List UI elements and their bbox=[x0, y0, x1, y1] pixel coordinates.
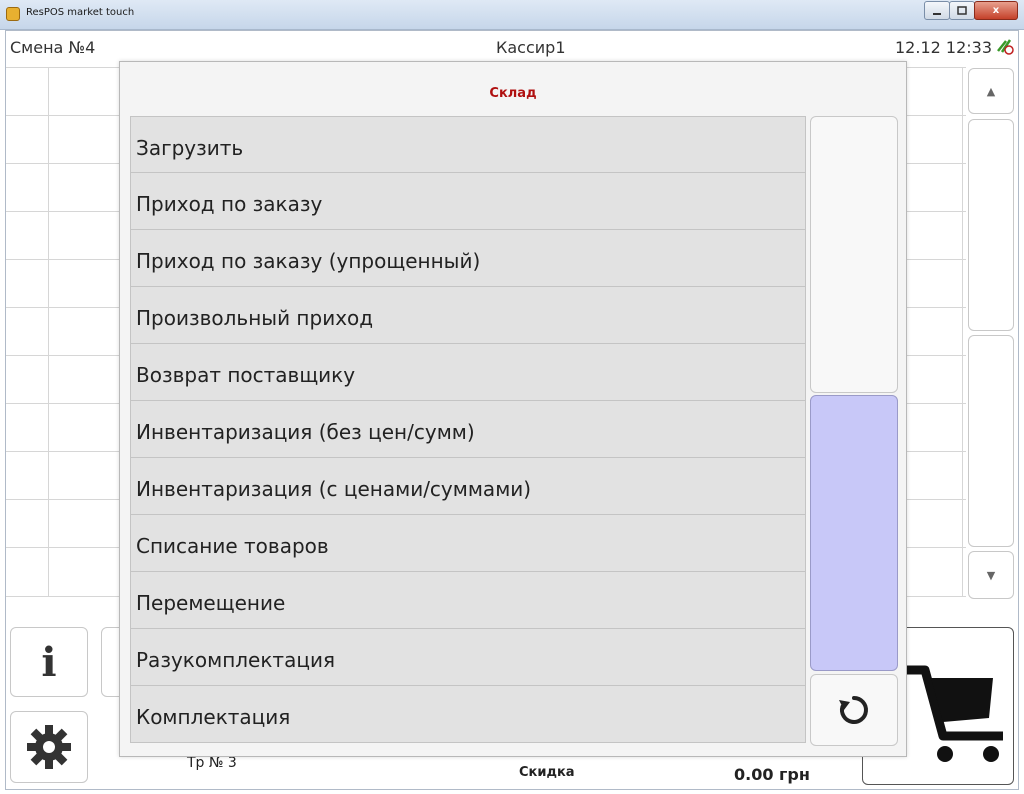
minimize-icon bbox=[933, 12, 941, 15]
menu-item-inventory-no-prices[interactable]: Инвентаризация (без цен/сумм) bbox=[130, 401, 806, 458]
menu-item-disassembly[interactable]: Разукомплектация bbox=[130, 629, 806, 686]
grid-scroll-up-button[interactable]: ▲ bbox=[968, 68, 1014, 114]
settings-button[interactable] bbox=[10, 711, 88, 783]
dialog-title: Склад bbox=[489, 86, 537, 101]
cashier-name: Кассир1 bbox=[496, 38, 566, 57]
menu-scroll-thumb[interactable] bbox=[810, 395, 898, 671]
status-header: Смена №4 Кассир1 12.12 12:33 bbox=[6, 31, 1018, 59]
app-icon bbox=[6, 7, 20, 21]
info-button[interactable]: i bbox=[10, 627, 88, 697]
discount-label: Скидка bbox=[519, 765, 575, 780]
menu-scroll-track[interactable] bbox=[810, 116, 898, 393]
menu-item-assembly[interactable]: Комплектация bbox=[130, 686, 806, 743]
arrow-down-icon: ▼ bbox=[986, 568, 996, 582]
menu-item-arbitrary-receipt[interactable]: Произвольный приход bbox=[130, 287, 806, 344]
gear-icon bbox=[27, 725, 71, 769]
info-icon: i bbox=[41, 638, 57, 686]
grid-scroll-down-button[interactable]: ▼ bbox=[968, 551, 1014, 599]
menu-item-write-off[interactable]: Списание товаров bbox=[130, 515, 806, 572]
grid-scroll-track-upper[interactable] bbox=[968, 119, 1014, 331]
date-time: 12.12 12:33 bbox=[895, 38, 992, 57]
shift-number: Смена №4 bbox=[10, 38, 96, 57]
warehouse-menu-dialog: Склад Загрузить Приход по заказу Приход … bbox=[119, 61, 907, 757]
window-title: ResPOS market touch bbox=[26, 7, 135, 18]
menu-item-receipt-by-order[interactable]: Приход по заказу bbox=[130, 173, 806, 230]
connection-status-icon bbox=[997, 39, 1014, 55]
warehouse-menu-list: Загрузить Приход по заказу Приход по зак… bbox=[130, 116, 806, 743]
main-window: Смена №4 Кассир1 12.12 12:33 ▲ ▼ i Тр № … bbox=[5, 30, 1019, 790]
window-titlebar: ResPOS market touch x bbox=[0, 0, 1024, 30]
menu-item-return-to-supplier[interactable]: Возврат поставщику bbox=[130, 344, 806, 401]
menu-item-inventory-with-prices[interactable]: Инвентаризация (с ценами/суммами) bbox=[130, 458, 806, 515]
close-button[interactable]: x bbox=[974, 1, 1018, 20]
refresh-button[interactable] bbox=[810, 674, 898, 746]
cart-icon bbox=[905, 665, 1003, 762]
receipt-number: Тр № 3 bbox=[187, 755, 237, 771]
menu-item-load[interactable]: Загрузить bbox=[130, 116, 806, 173]
menu-item-receipt-by-order-simplified[interactable]: Приход по заказу (упрощенный) bbox=[130, 230, 806, 287]
close-icon: x bbox=[992, 5, 1000, 16]
maximize-button[interactable] bbox=[949, 1, 975, 20]
arrow-up-icon: ▲ bbox=[986, 84, 996, 98]
window-controls: x bbox=[924, 1, 1018, 20]
refresh-icon bbox=[839, 696, 868, 724]
minimize-button[interactable] bbox=[924, 1, 950, 20]
grid-scroll-track-lower[interactable] bbox=[968, 335, 1014, 547]
total-amount: 0.00 грн bbox=[734, 765, 810, 784]
menu-item-transfer[interactable]: Перемещение bbox=[130, 572, 806, 629]
maximize-icon bbox=[957, 5, 967, 15]
